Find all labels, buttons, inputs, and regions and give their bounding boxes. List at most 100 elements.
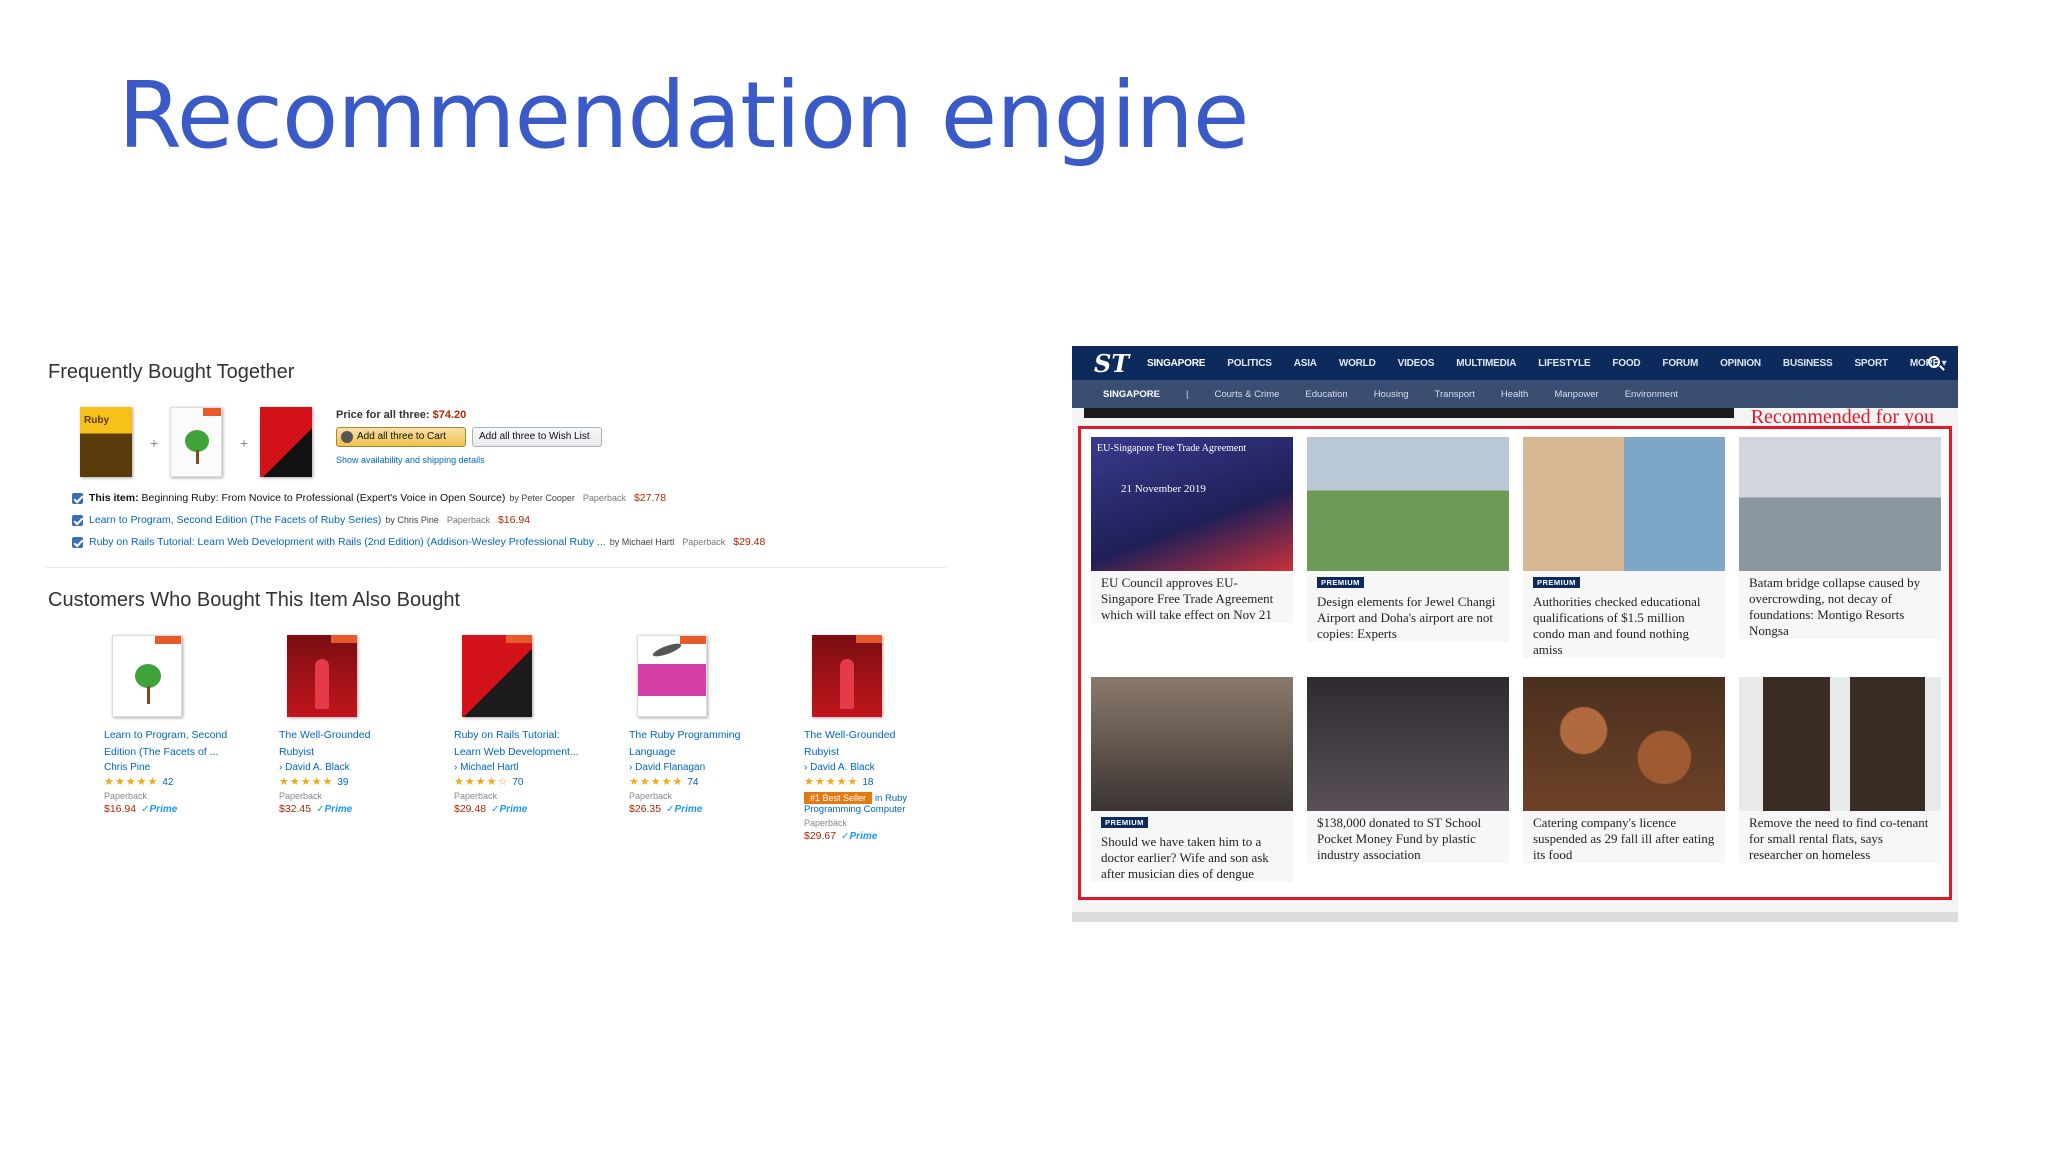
subnav-item-environment[interactable]: Environment — [1612, 389, 1691, 400]
st-logo[interactable]: ST — [1094, 349, 1129, 378]
article-card[interactable]: Batam bridge collapse caused by overcrow… — [1739, 437, 1941, 639]
nav-item-food[interactable]: FOOD — [1601, 358, 1651, 369]
nav-item-politics[interactable]: POLITICS — [1216, 358, 1283, 369]
item-title-link[interactable]: Learn to Program, Second Edition (The Fa… — [89, 514, 381, 526]
item-price: $29.48 — [733, 536, 766, 548]
product-card[interactable]: Learn to Program, Second Edition (The Fac… — [104, 635, 269, 815]
product-format: Paperback — [104, 791, 148, 801]
subnav-item-singapore[interactable]: SINGAPORE — [1090, 389, 1173, 400]
article-headline[interactable]: $138,000 donated to ST School Pocket Mon… — [1307, 811, 1509, 863]
article-image[interactable] — [1739, 437, 1941, 571]
rating-stars[interactable]: ★★★★★ 74 — [629, 775, 794, 788]
subnav-item-housing[interactable]: Housing — [1361, 389, 1422, 400]
review-count[interactable]: 42 — [162, 777, 173, 788]
rating-stars[interactable]: ★★★★★ 42 — [104, 775, 269, 788]
item-title-link[interactable]: Ruby on Rails Tutorial: Learn Web Develo… — [89, 536, 606, 548]
product-title-link[interactable]: Learn to Program, Second Edition (The Fac… — [104, 727, 269, 761]
best-seller-category[interactable]: in Ruby — [875, 793, 907, 804]
article-card[interactable]: PREMIUM Should we have taken him to a do… — [1091, 677, 1293, 882]
content-strip — [1084, 408, 1734, 418]
nav-item-sport[interactable]: SPORT — [1843, 358, 1898, 369]
product-author[interactable]: › David A. Black — [804, 762, 969, 773]
product-card[interactable]: The Well-Grounded Rubyist › David A. Blac… — [279, 635, 444, 815]
book-cover[interactable] — [112, 635, 182, 717]
article-headline[interactable]: Remove the need to find co-tenant for sm… — [1739, 811, 1941, 863]
add-all-to-wishlist-label: Add all three to Wish List — [479, 431, 590, 442]
rating-stars[interactable]: ★★★★★ 18 — [804, 775, 969, 788]
nav-item-asia[interactable]: ASIA — [1283, 358, 1328, 369]
nav-item-videos[interactable]: VIDEOS — [1387, 358, 1446, 369]
product-author[interactable]: › Michael Hartl — [454, 762, 619, 773]
article-headline[interactable]: Should we have taken him to a doctor ear… — [1091, 830, 1293, 882]
article-card[interactable]: PREMIUM Authorities checked educational … — [1523, 437, 1725, 658]
subnav-item-manpower[interactable]: Manpower — [1541, 389, 1611, 400]
rating-stars[interactable]: ★★★★☆ 70 — [454, 775, 619, 788]
add-all-to-cart-button[interactable]: Add all three to Cart — [336, 427, 466, 447]
nav-item-singapore[interactable]: SINGAPORE — [1136, 358, 1216, 369]
nav-item-multimedia[interactable]: MULTIMEDIA — [1445, 358, 1527, 369]
product-author[interactable]: › David A. Black — [279, 762, 444, 773]
product-card[interactable]: The Well-Grounded Rubyist › David A. Blac… — [804, 635, 969, 842]
review-count[interactable]: 74 — [687, 777, 698, 788]
product-card[interactable]: Ruby on Rails Tutorial: Learn Web Develop… — [454, 635, 619, 815]
star-icons: ★★★★★ — [804, 776, 859, 788]
article-image[interactable] — [1739, 677, 1941, 811]
article-image[interactable] — [1523, 437, 1725, 571]
article-image[interactable]: EU-Singapore Free Trade Agreement 21 Nov… — [1091, 437, 1293, 571]
product-title-line: Learn to Program, Second — [104, 729, 228, 741]
shipping-details-link[interactable]: Show availability and shipping details — [336, 455, 485, 465]
best-seller-category[interactable]: Programming Computer — [804, 804, 969, 815]
article-headline[interactable]: Authorities checked educational qualific… — [1523, 590, 1725, 658]
article-headline[interactable]: Catering company's licence suspended as … — [1523, 811, 1725, 863]
article-card[interactable]: $138,000 donated to ST School Pocket Mon… — [1307, 677, 1509, 863]
product-author[interactable]: › David Flanagan — [629, 762, 794, 773]
nav-item-world[interactable]: WORLD — [1328, 358, 1387, 369]
article-card[interactable]: Remove the need to find co-tenant for sm… — [1739, 677, 1941, 863]
book-cover[interactable] — [462, 635, 532, 717]
review-count[interactable]: 18 — [862, 777, 873, 788]
rating-stars[interactable]: ★★★★★ 39 — [279, 775, 444, 788]
product-title-link[interactable]: The Well-Grounded Rubyist — [804, 727, 969, 761]
nav-item-forum[interactable]: FORUM — [1651, 358, 1709, 369]
article-headline[interactable]: Design elements for Jewel Changi Airport… — [1307, 590, 1509, 642]
article-image[interactable] — [1307, 437, 1509, 571]
article-card[interactable]: Catering company's licence suspended as … — [1523, 677, 1725, 863]
product-title-link[interactable]: The Ruby Programming Language — [629, 727, 794, 761]
review-count[interactable]: 39 — [337, 777, 348, 788]
book-cover[interactable] — [812, 635, 882, 717]
subnav-item-education[interactable]: Education — [1292, 389, 1360, 400]
subnav-item-transport[interactable]: Transport — [1422, 389, 1488, 400]
article-image[interactable] — [1307, 677, 1509, 811]
best-seller-badge[interactable]: #1 Best Seller — [804, 792, 873, 804]
book-cover-rails-tutorial[interactable] — [260, 407, 312, 477]
book-cover[interactable] — [287, 635, 357, 717]
plus-icon: + — [150, 435, 159, 451]
book-cover-beginning-ruby[interactable]: Ruby — [80, 407, 132, 477]
product-card[interactable]: The Ruby Programming Language › David Fla… — [629, 635, 794, 815]
product-title-link[interactable]: The Well-Grounded Rubyist — [279, 727, 444, 761]
add-all-to-wishlist-button[interactable]: Add all three to Wish List — [472, 427, 602, 447]
nav-item-business[interactable]: BUSINESS — [1772, 358, 1844, 369]
search-icon[interactable] — [1928, 356, 1940, 368]
article-headline[interactable]: Batam bridge collapse caused by overcrow… — [1739, 571, 1941, 639]
product-title-line: Learn Web Development... — [454, 746, 579, 758]
item-checkbox[interactable] — [72, 514, 83, 526]
product-author[interactable]: Chris Pine — [104, 762, 269, 773]
nav-item-lifestyle[interactable]: LIFESTYLE — [1527, 358, 1601, 369]
item-checkbox[interactable] — [72, 536, 83, 548]
nav-menu: SINGAPORE POLITICS ASIA WORLD VIDEOS MUL… — [1136, 346, 1958, 380]
item-checkbox[interactable] — [72, 492, 83, 504]
book-cover-learn-to-program[interactable] — [170, 407, 222, 477]
nav-item-opinion[interactable]: OPINION — [1709, 358, 1772, 369]
subnav-item-courts[interactable]: Courts & Crime — [1201, 389, 1292, 400]
article-headline[interactable]: EU Council approves EU-Singapore Free Tr… — [1091, 571, 1293, 623]
article-card[interactable]: PREMIUM Design elements for Jewel Changi… — [1307, 437, 1509, 642]
product-price: $29.48 — [454, 803, 487, 815]
article-card[interactable]: EU-Singapore Free Trade Agreement 21 Nov… — [1091, 437, 1293, 623]
subnav-item-health[interactable]: Health — [1488, 389, 1541, 400]
book-cover[interactable] — [637, 635, 707, 717]
review-count[interactable]: 70 — [512, 777, 523, 788]
article-image[interactable] — [1091, 677, 1293, 811]
product-title-link[interactable]: Ruby on Rails Tutorial: Learn Web Develop… — [454, 727, 619, 761]
article-image[interactable] — [1523, 677, 1725, 811]
